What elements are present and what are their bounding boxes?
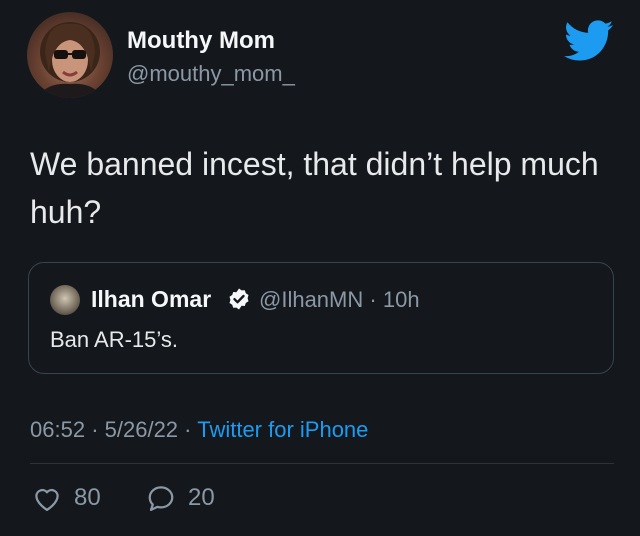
meta-separator: · [369,287,377,312]
tweet-date[interactable]: 5/26/22 [105,417,178,442]
avatar-portrait [37,22,103,98]
author-handle[interactable]: @mouthy_mom_ [127,61,295,87]
reply-count: 20 [188,484,215,511]
quoted-meta: @IlhanMN · 10h [259,287,420,313]
tweet-text: We banned incest, that didn’t help much … [30,146,599,230]
quoted-author-avatar[interactable] [50,285,80,315]
heart-icon[interactable] [32,484,62,512]
meta-separator: · [184,417,192,442]
quoted-tweet[interactable]: Ilhan Omar @IlhanMN · 10h Ban AR-15’s. [28,262,614,374]
tweet-card: Mouthy Mom @mouthy_mom_ We banned incest… [0,0,640,536]
twitter-bird-icon [564,20,614,61]
quoted-author-name[interactable]: Ilhan Omar [91,286,211,313]
tweet-source[interactable]: Twitter for iPhone [197,417,368,442]
reply-stat[interactable]: 20 [146,484,215,512]
like-stat[interactable]: 80 [32,484,101,512]
quoted-age: 10h [382,287,420,312]
verified-badge-icon [229,288,249,310]
author-name[interactable]: Mouthy Mom [127,27,275,55]
quoted-handle[interactable]: @IlhanMN [259,287,363,312]
like-count: 80 [74,484,101,511]
quoted-text: Ban AR-15’s. [50,327,179,352]
author-avatar[interactable] [27,12,113,98]
meta-separator: · [91,417,99,442]
reply-bubble-icon[interactable] [146,484,176,512]
tweet-time[interactable]: 06:52 [30,417,85,442]
divider [30,463,614,464]
tweet-meta: 06:52 · 5/26/22 · Twitter for iPhone [30,417,368,443]
